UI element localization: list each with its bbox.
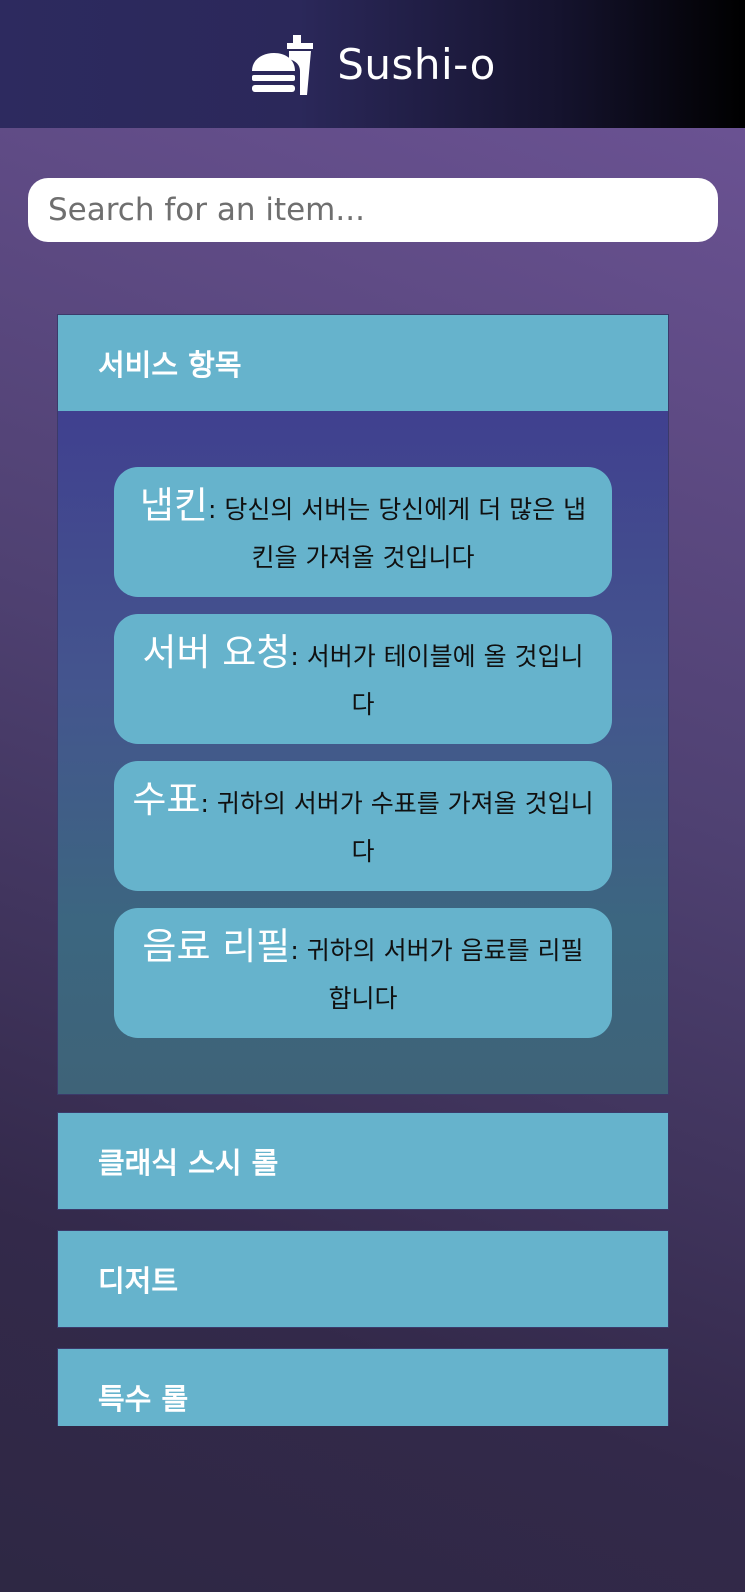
services-panel: 냅킨: 당신의 서버는 당신에게 더 많은 냅킨을 가져올 것입니다 서버 요청… [58, 411, 668, 1094]
service-card-napkins[interactable]: 냅킨: 당신의 서버는 당신에게 더 많은 냅킨을 가져올 것입니다 [114, 467, 612, 597]
service-card-server-request[interactable]: 서버 요청: 서버가 테이블에 올 것입니다 [114, 614, 612, 744]
service-name: 냅킨 [139, 484, 208, 527]
accordion-header-services[interactable]: 서비스 항목 [58, 315, 668, 411]
search-input[interactable] [28, 178, 718, 242]
fast-food-icon [252, 35, 314, 95]
accordion-special-rolls-clip: 특수 롤 [57, 1348, 669, 1426]
accordion-header-classic-rolls[interactable]: 클래식 스시 롤 [58, 1113, 668, 1209]
service-desc: : 서버가 테이블에 올 것입니다 [290, 642, 584, 719]
service-card-check[interactable]: 수표: 귀하의 서버가 수표를 가져올 것입니다 [114, 761, 612, 891]
accordion-header-special-rolls[interactable]: 특수 롤 [58, 1349, 668, 1426]
service-name: 수표 [132, 778, 201, 821]
accordion-services: 서비스 항목 냅킨: 당신의 서버는 당신에게 더 많은 냅킨을 가져올 것입니… [57, 314, 669, 1095]
brand-title: Sushi-o [337, 39, 496, 89]
service-desc: : 귀하의 서버가 수표를 가져올 것입니다 [200, 789, 594, 866]
accordion-special-rolls: 특수 롤 [57, 1348, 669, 1426]
service-desc: : 당신의 서버는 당신에게 더 많은 냅킨을 가져올 것입니다 [207, 495, 587, 572]
accordion-classic-rolls: 클래식 스시 롤 [57, 1112, 669, 1210]
app-header: Sushi-o [0, 0, 745, 128]
accordion-desserts: 디저트 [57, 1230, 669, 1328]
service-name: 음료 리필 [142, 925, 291, 968]
accordion-header-desserts[interactable]: 디저트 [58, 1231, 668, 1327]
service-desc: : 귀하의 서버가 음료를 리필합니다 [290, 936, 584, 1013]
service-name: 서버 요청 [142, 631, 291, 674]
service-card-drink-refill[interactable]: 음료 리필: 귀하의 서버가 음료를 리필합니다 [114, 908, 612, 1038]
search-bar [28, 178, 718, 242]
